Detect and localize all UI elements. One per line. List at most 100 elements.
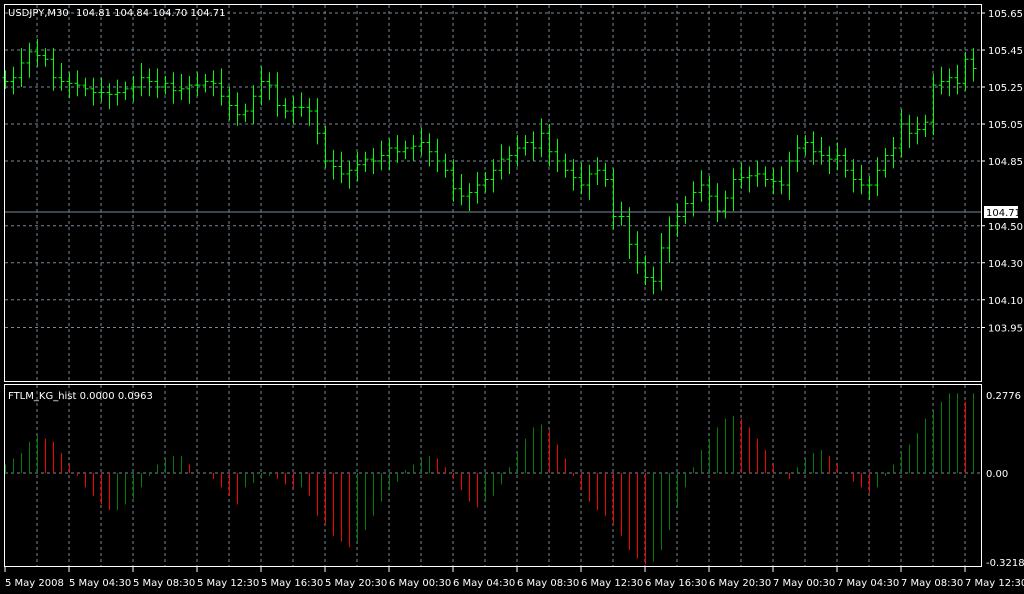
ohlc-bar (650, 266, 657, 295)
ohlc-bar (498, 144, 505, 180)
price-tick-label: 104.85 (988, 157, 1023, 168)
time-tick-label: 6 May 08:30 (517, 578, 579, 589)
time-tick-label: 6 May 00:30 (389, 578, 451, 589)
ohlc-bar (570, 159, 577, 191)
ohlc-bar (466, 183, 473, 211)
ohlc-bar (290, 96, 297, 124)
ohlc-bar (634, 231, 641, 274)
price-tick-label: 103.95 (988, 324, 1023, 335)
ohlc-bar (2, 70, 9, 89)
ohlc-bar (914, 116, 921, 145)
time-axis: 5 May 2008 5 May 04:30 5 May 08:30 5 May 12… (4, 567, 1024, 589)
ohlc-bar (458, 173, 465, 206)
ohlc-bar (162, 75, 169, 95)
ohlc-bar (562, 153, 569, 178)
ohlc-bar (482, 172, 489, 193)
ohlc-bar (10, 66, 17, 95)
ohlc-bar (786, 151, 793, 200)
ohlc-bar (746, 166, 753, 193)
ohlc-bar (882, 148, 889, 178)
ohlc-bar (618, 201, 625, 226)
ohlc-bar (434, 138, 441, 173)
chart-window[interactable]: USDJPY,M30 104.81 104.84 104.70 104.71 F… (0, 0, 1024, 594)
ohlc-bar (330, 149, 337, 180)
ohlc-bar (858, 164, 865, 195)
ohlc-bar (682, 196, 689, 224)
ohlc-bar (778, 166, 785, 195)
ohlc-bar (402, 140, 409, 160)
price-axis: 105.65 105.45 105.25 105.05 104.85 104.50 104.… (981, 9, 1023, 335)
ohlc-bar (762, 166, 769, 187)
time-tick-label: 7 May 12:30 (965, 578, 1024, 589)
ohlc-bar (730, 168, 737, 211)
ohlc-bar (450, 159, 457, 202)
ohlc-bar (474, 172, 481, 204)
ohlc-bar (826, 146, 833, 174)
ohlc-bar (698, 170, 705, 202)
ohlc-bar (266, 72, 273, 100)
price-tick-label: 104.10 (988, 296, 1023, 307)
ohlc-bar (834, 142, 841, 171)
ohlc-bar (242, 103, 249, 123)
ohlc-bar (306, 98, 313, 126)
time-tick-label: 5 May 16:30 (261, 578, 323, 589)
ohlc-bar (354, 151, 361, 182)
ohlc-bar (546, 124, 553, 167)
price-tick-label: 104.50 (988, 222, 1023, 233)
indicator-tick-label: 0.2776 (986, 391, 1021, 402)
ohlc-bar (194, 72, 201, 97)
ohlc-bar (930, 74, 937, 136)
price-tick-label: 105.65 (988, 9, 1023, 20)
ohlc-bar (906, 114, 913, 149)
ohlc-bar (586, 164, 593, 200)
ohlc-bar (850, 159, 857, 193)
ohlc-bar (338, 151, 345, 184)
ohlc-bar (714, 183, 721, 223)
ohlc-bar (98, 77, 105, 102)
ohlc-bar (578, 162, 585, 195)
ohlc-bar (626, 207, 633, 260)
ohlc-bar (130, 75, 137, 102)
ohlc-bar (274, 72, 281, 117)
ohlc-bar (74, 70, 81, 97)
ohlc-bar (514, 135, 521, 167)
main-header: USDJPY,M30 104.81 104.84 104.70 104.71 (8, 8, 226, 19)
indicator-tick-label: 0.00 (986, 469, 1008, 480)
main-panel-frame (4, 4, 982, 382)
ohlc-bar (810, 131, 817, 165)
ohlc-bar (522, 135, 529, 156)
chart-canvas[interactable]: USDJPY,M30 104.81 104.84 104.70 104.71 F… (0, 0, 1024, 594)
ohlc-bar (610, 168, 617, 230)
ohlc-bar (66, 72, 73, 99)
ohlc-bar (946, 68, 953, 97)
ohlc-bar (922, 114, 929, 137)
ohlc-bar (954, 64, 961, 95)
price-tick-label: 105.45 (988, 46, 1023, 57)
time-tick-label: 7 May 04:30 (837, 578, 899, 589)
ohlc-bar (258, 66, 265, 106)
ohlc-bar (602, 162, 609, 187)
time-tick-label: 7 May 00:30 (773, 578, 835, 589)
ohlc-bar (890, 136, 897, 169)
ohlc-bar (114, 79, 121, 106)
ohlc-bar (18, 48, 25, 87)
time-tick-label: 6 May 20:30 (709, 578, 771, 589)
ohlc-bar (970, 48, 977, 82)
time-tick-label: 6 May 12:30 (581, 578, 643, 589)
ohlc-bar (642, 255, 649, 285)
ohlc-bar (554, 138, 561, 173)
time-tick-label: 5 May 2008 (5, 578, 64, 589)
ohlc-bar (34, 38, 41, 67)
ohlc-bar (658, 233, 665, 291)
ohlc-bar (394, 135, 401, 163)
time-tick-label: 5 May 04:30 (69, 578, 131, 589)
ohlc-bar (210, 70, 217, 97)
ohlc-bar (938, 66, 945, 95)
ohlc-bar (706, 175, 713, 211)
ohlc-bar (154, 68, 161, 99)
ohlc-bar (346, 161, 353, 189)
ohlc-bar (122, 81, 129, 100)
ohlc-bar (874, 157, 881, 197)
ohlc-bar (146, 68, 153, 97)
ohlc-bar (962, 51, 969, 91)
